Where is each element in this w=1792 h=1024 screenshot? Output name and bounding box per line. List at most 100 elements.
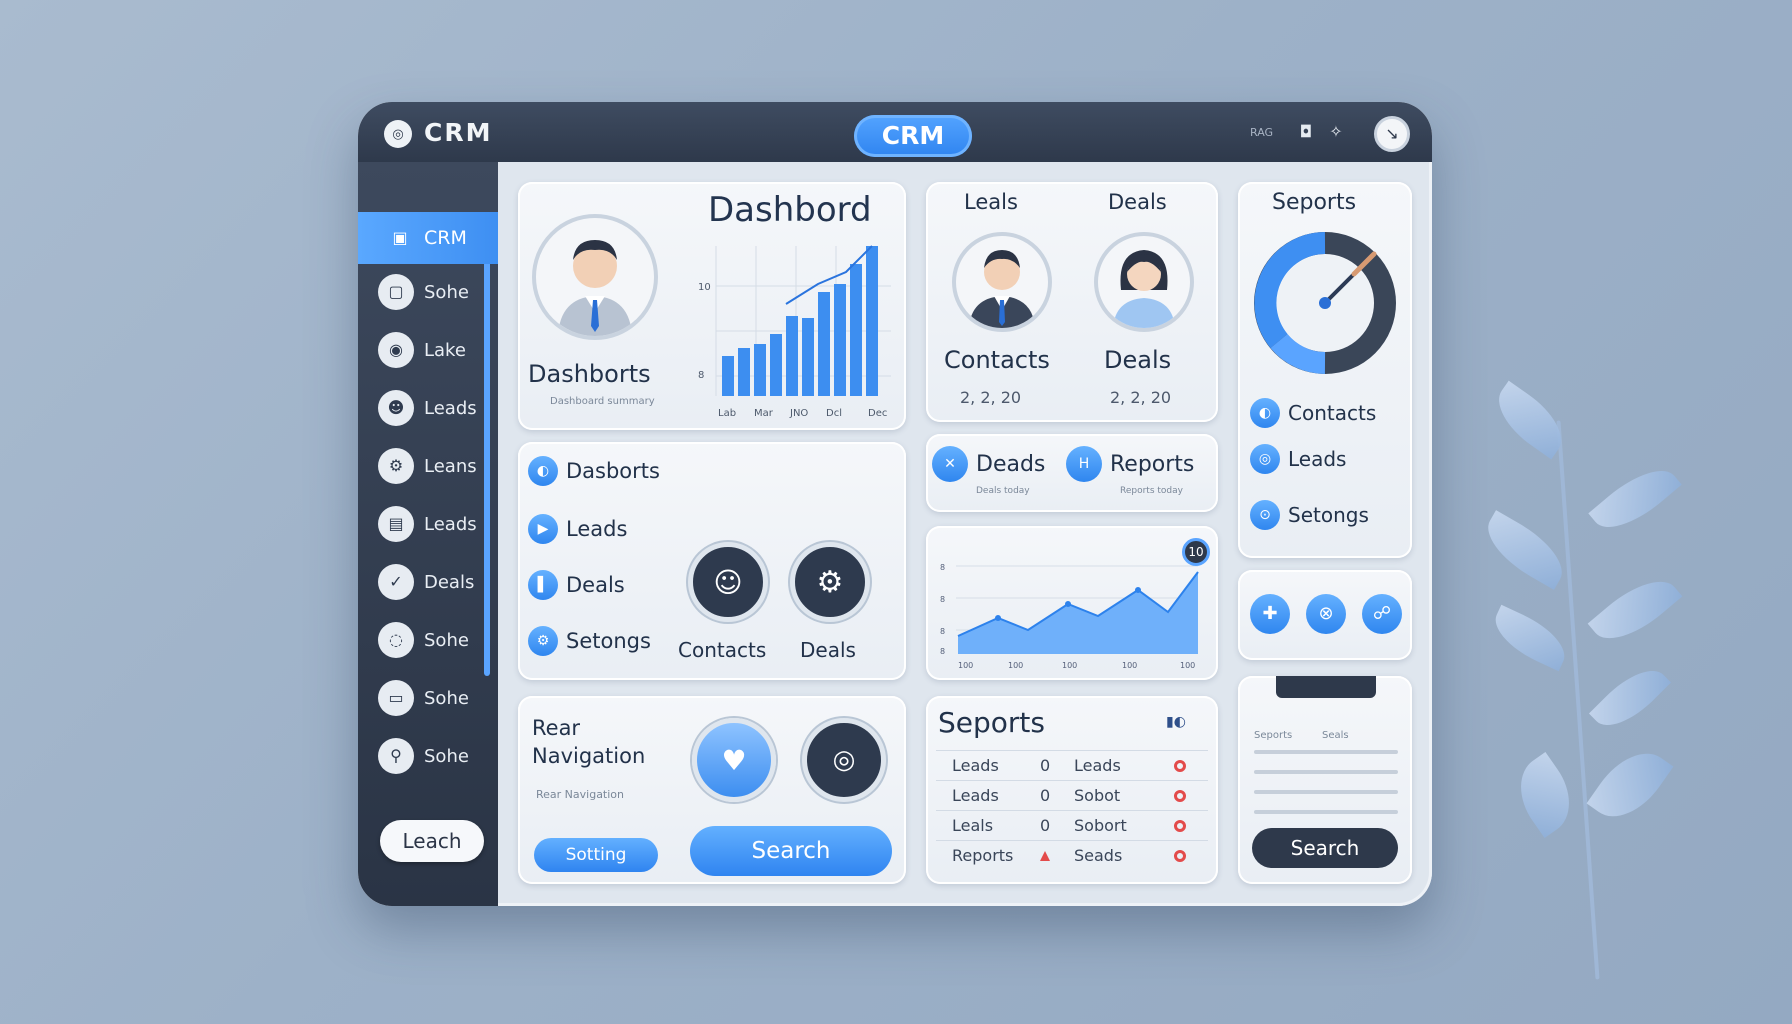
- leals-label: Leals: [964, 190, 1018, 214]
- status-icon: [1174, 759, 1186, 772]
- rear-title-line2: Navigation: [532, 744, 646, 768]
- deals-value: 2, 2, 20: [1110, 388, 1172, 407]
- table-cell: Leads: [1074, 756, 1121, 775]
- status-icon: [1174, 849, 1186, 862]
- area-chart: 8 8 8 8 100 100 100 100 100: [940, 563, 1199, 670]
- search-button[interactable]: Search: [690, 826, 892, 876]
- dashboard-icon: ◐: [528, 456, 558, 486]
- contacts-button[interactable]: ☺: [688, 542, 768, 622]
- bookmark-icon: ▌: [528, 570, 558, 600]
- contacts-icon: ◐: [1250, 398, 1280, 428]
- deads-reports-card: ✕ Deads Deals today H Reports Reports to…: [926, 434, 1218, 512]
- bar-chart: Lab Mar JNO Dcl Dec 10 8: [698, 245, 891, 419]
- table-row[interactable]: Reports Seads: [936, 840, 1208, 870]
- reports-item[interactable]: H Reports: [1066, 446, 1194, 482]
- sidebar-item-leads-2[interactable]: ▤ Leads: [378, 502, 498, 546]
- area-chart-card: 8 8 8 8 100 100 100 100 100 10: [926, 526, 1218, 680]
- seports-table-title: Seports: [938, 706, 1045, 739]
- nav-item-dasborts[interactable]: ◐ Dasborts: [528, 456, 660, 486]
- flag-icon: ▶: [528, 514, 558, 544]
- x-tick: Mar: [754, 408, 774, 419]
- sidebar-item-sohe-3[interactable]: ▭ Sohe: [378, 676, 498, 720]
- table-menu-icon[interactable]: ▮◐: [1166, 714, 1186, 730]
- sidebar-item-sohe[interactable]: ▢ Sohe: [378, 270, 498, 314]
- settings-icon: ◉: [378, 332, 414, 368]
- settings-icon: ⊙: [1250, 500, 1280, 530]
- chart-point: [1065, 601, 1071, 607]
- table-cell: Leals: [952, 816, 994, 835]
- right-item-label: Leads: [1288, 447, 1347, 471]
- top-status-text: RAG: [1250, 126, 1274, 139]
- sidebar-item-crm[interactable]: ▣ CRM: [358, 212, 498, 264]
- table-cell: Seads: [1074, 846, 1123, 865]
- chart-bar: [770, 334, 782, 396]
- nav-item-deals[interactable]: ▌ Deals: [528, 570, 625, 600]
- chart-point: [1135, 587, 1141, 593]
- link-icon[interactable]: ⊗: [1306, 594, 1346, 634]
- sidebar-item-deals[interactable]: ✓ Deals: [378, 560, 498, 604]
- table-cell: Sobort: [1074, 816, 1127, 835]
- leads-icon: ◎: [1250, 444, 1280, 474]
- crm-tab-button[interactable]: CRM: [854, 115, 972, 157]
- sidebar-item-sohe-2[interactable]: ◌ Sohe: [378, 618, 498, 662]
- deads-item[interactable]: ✕ Deads: [932, 446, 1045, 482]
- sidebar-item-leans[interactable]: ⚙ Leans: [378, 444, 498, 488]
- chart-point: [995, 615, 1001, 621]
- leach-button[interactable]: Leach: [380, 820, 484, 862]
- settings-icon[interactable]: ✧: [1326, 122, 1346, 142]
- power-button[interactable]: ◎: [802, 718, 886, 802]
- sotting-button[interactable]: Sotting: [534, 838, 658, 872]
- contacts-value: 2, 2, 20: [960, 388, 1022, 407]
- profile-label: Dashborts: [528, 360, 651, 388]
- table-cell: Leads: [952, 756, 999, 775]
- right-item-leads[interactable]: ◎ Leads: [1250, 444, 1346, 474]
- contacts-name: Contacts: [944, 346, 1050, 374]
- nav-item-setongs[interactable]: ⚙ Setongs: [528, 626, 651, 656]
- y-tick: 8: [698, 370, 704, 381]
- deals-label: Deals: [800, 638, 856, 662]
- male-person-icon: [969, 250, 1035, 328]
- table-cell: Leads: [952, 786, 999, 805]
- deals-header: Deals: [1108, 190, 1167, 214]
- seports-gauge-card: Seports ◐ Contacts ◎ Leads ⊙ Setongs: [1238, 182, 1412, 558]
- form-label-a: Seports: [1254, 730, 1293, 741]
- user-avatar[interactable]: ↘: [1374, 116, 1410, 152]
- notification-icon[interactable]: ◘: [1296, 122, 1316, 142]
- deals-settings-button[interactable]: ⚙: [790, 542, 870, 622]
- users-icon[interactable]: ☍: [1362, 594, 1402, 634]
- rear-subtitle: Rear Navigation: [536, 788, 625, 801]
- seports-table-card: Seports ▮◐ Leads 0 Leads Leads 0 Sobot L…: [926, 696, 1218, 884]
- y-tick: 8: [940, 563, 945, 572]
- right-item-contacts[interactable]: ◐ Contacts: [1250, 398, 1376, 428]
- deals-name: Deals: [1104, 346, 1172, 374]
- sidebar-item-label: Lake: [424, 339, 466, 361]
- chart-bar: [738, 348, 750, 396]
- fork-icon: ✕: [932, 446, 968, 482]
- female-person-icon: [1113, 250, 1175, 328]
- nav-item-leads[interactable]: ▶ Leads: [528, 514, 627, 544]
- table-cell: 0: [1040, 756, 1051, 775]
- seports-table: Leads 0 Leads Leads 0 Sobot Leals 0 Sobo…: [936, 750, 1208, 870]
- nav-item-label: Dasborts: [566, 459, 660, 483]
- dashboard-card: Dashborts Dashboard summary Dashbord Lab…: [518, 182, 906, 430]
- sidebar-item-label: Sohe: [424, 281, 469, 303]
- chart-badge: 10: [1182, 538, 1210, 566]
- sidebar-item-label: Deals: [424, 571, 475, 593]
- plus-icon[interactable]: ✚: [1250, 594, 1290, 634]
- sidebar-item-lake[interactable]: ◉ Lake: [378, 328, 498, 372]
- chart-bar: [722, 356, 734, 396]
- table-cell: Sobot: [1074, 786, 1121, 805]
- sidebar-item-sohe-4[interactable]: ⚲ Sohe: [378, 734, 498, 778]
- profile-subtitle: Dashboard summary: [550, 396, 655, 407]
- table-row[interactable]: Leads 0 Leads: [936, 750, 1208, 780]
- form-search-button[interactable]: Search: [1252, 828, 1398, 868]
- right-item-setongs[interactable]: ⊙ Setongs: [1250, 500, 1369, 530]
- table-row[interactable]: Leads 0 Sobot: [936, 780, 1208, 810]
- sidebar-item-leads[interactable]: ☻ Leads: [378, 386, 498, 430]
- x-tick: 100: [958, 661, 973, 670]
- y-tick: 8: [940, 647, 945, 656]
- h-icon: H: [1066, 446, 1102, 482]
- heart-button[interactable]: ♥: [692, 718, 776, 802]
- table-row[interactable]: Leals 0 Sobort: [936, 810, 1208, 840]
- contact-avatar: [952, 232, 1052, 332]
